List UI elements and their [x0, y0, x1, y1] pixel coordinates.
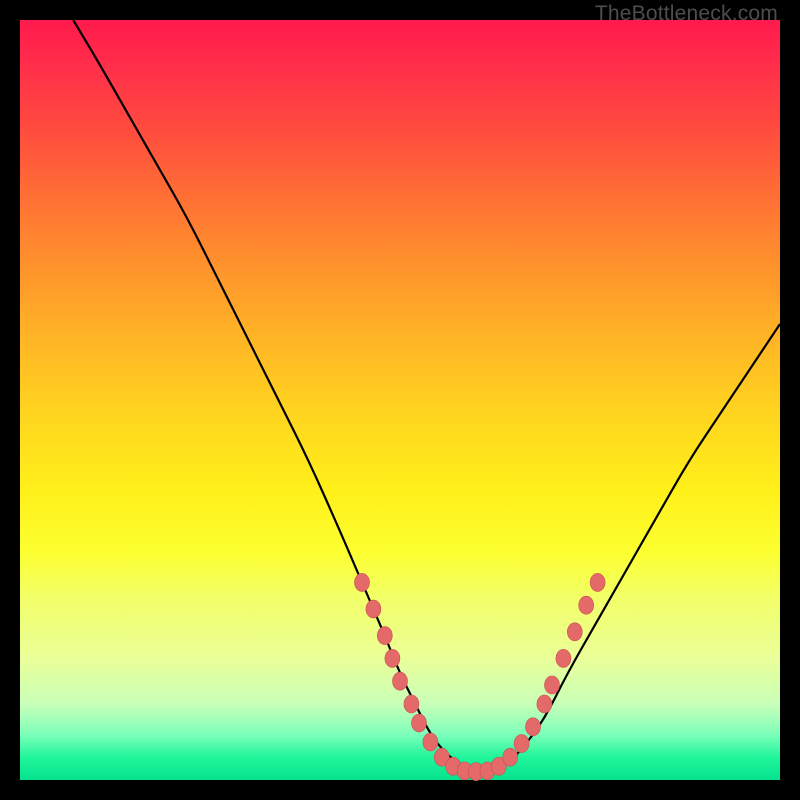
watermark-text: TheBottleneck.com — [595, 2, 778, 26]
curve-marker — [366, 600, 381, 618]
curve-marker — [412, 714, 427, 732]
curve-marker — [537, 695, 552, 713]
curve-marker — [393, 672, 408, 690]
curve-marker — [385, 649, 400, 667]
curve-marker — [545, 676, 560, 694]
curve-marker — [514, 735, 529, 753]
curve-marker — [556, 649, 571, 667]
curve-marker — [423, 733, 438, 751]
curve-marker — [377, 627, 392, 645]
curve-marker — [355, 573, 370, 591]
curve-marker — [404, 695, 419, 713]
curve-marker — [503, 748, 518, 766]
marker-group — [355, 573, 606, 780]
curve-marker — [590, 573, 605, 591]
curve-marker — [567, 623, 582, 641]
plot-area — [20, 20, 780, 780]
curve-marker — [526, 718, 541, 736]
curve-svg — [20, 20, 780, 780]
curve-marker — [579, 596, 594, 614]
bottleneck-curve — [73, 20, 780, 771]
chart-stage: TheBottleneck.com — [0, 0, 800, 800]
